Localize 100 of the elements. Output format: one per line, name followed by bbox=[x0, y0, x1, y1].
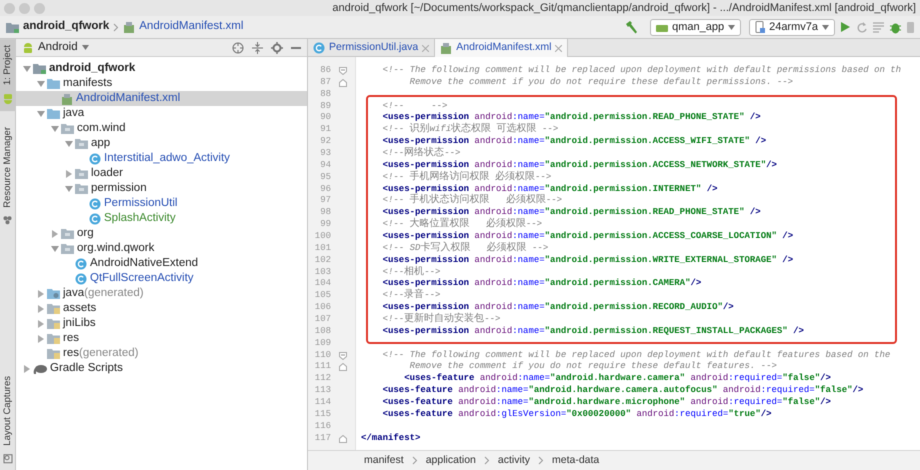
expand-toggle-icon[interactable] bbox=[38, 320, 44, 328]
expand-toggle-icon[interactable] bbox=[23, 66, 31, 72]
tree-item[interactable]: org bbox=[16, 226, 307, 241]
code-line: <!--网络状态--> bbox=[382, 148, 460, 158]
tree-item[interactable]: assets bbox=[16, 301, 307, 316]
breadcrumb-link[interactable]: application bbox=[426, 452, 476, 468]
close-icon[interactable] bbox=[555, 44, 562, 52]
chevron-icon bbox=[538, 456, 544, 465]
tree-item[interactable]: java(generated) bbox=[16, 286, 307, 301]
code-line: <uses-feature android:name="android.hardware.camera.autofocus" android:required="false"/> bbox=[382, 385, 864, 396]
tree-item[interactable]: SplashActivity bbox=[16, 211, 307, 226]
folder-icon bbox=[75, 183, 88, 194]
list-icon[interactable] bbox=[872, 21, 885, 33]
line-number: 98 bbox=[319, 207, 331, 220]
line-number: 117 bbox=[314, 432, 331, 444]
tree-item[interactable]: res bbox=[16, 331, 307, 346]
code-line: <!--录音--> bbox=[382, 290, 440, 300]
tree-item[interactable]: AndroidNativeExtend bbox=[16, 256, 307, 271]
window-control-button[interactable] bbox=[4, 2, 15, 14]
code-line: Remove the comment if you do not require these default permissions. --> bbox=[408, 76, 794, 87]
line-number: 90 bbox=[319, 112, 331, 124]
tree-item[interactable]: jniLibs bbox=[16, 316, 307, 331]
tree-item[interactable]: AndroidManifest.xml bbox=[16, 91, 307, 106]
expand-toggle-icon[interactable] bbox=[51, 246, 59, 252]
code-line: <uses-feature android:name="android.hardware.camera" android:required="false"/> bbox=[403, 373, 831, 384]
expand-toggle-icon[interactable] bbox=[24, 364, 30, 372]
settings-icon[interactable] bbox=[271, 42, 283, 54]
line-number: 100 bbox=[314, 231, 331, 243]
breadcrumb-link[interactable]: AndroidManifest.xml bbox=[123, 18, 244, 36]
tool-window-tab[interactable]: Resource Manager bbox=[0, 121, 16, 231]
crosshair-icon[interactable] bbox=[232, 42, 244, 54]
expand-toggle-icon[interactable] bbox=[65, 140, 73, 146]
line-number: 105 bbox=[314, 290, 331, 302]
bug-icon[interactable] bbox=[889, 20, 902, 34]
tree-item[interactable]: manifests bbox=[16, 76, 307, 91]
minimize-icon[interactable] bbox=[291, 46, 301, 48]
fold-end-icon[interactable] bbox=[339, 434, 347, 443]
tree-item[interactable]: com.wind bbox=[16, 121, 307, 136]
tool-window-tab[interactable]: 1: Project bbox=[0, 39, 16, 112]
breadcrumb-link[interactable]: meta-data bbox=[552, 452, 600, 468]
tree-item[interactable]: res(generated) bbox=[16, 346, 307, 361]
fold-end-icon[interactable] bbox=[339, 78, 347, 87]
tree-item[interactable]: Gradle Scripts bbox=[16, 361, 307, 376]
line-number: 94 bbox=[319, 160, 331, 172]
line-number: 114 bbox=[314, 397, 331, 409]
tree-item[interactable]: Interstitial_adwo_Activity bbox=[16, 151, 307, 166]
line-number: 108 bbox=[314, 326, 331, 338]
run-config-dropdown[interactable]: qman_app bbox=[650, 18, 742, 36]
breadcrumb-link[interactable]: manifest bbox=[364, 452, 404, 468]
window-control-button[interactable] bbox=[34, 2, 45, 14]
breadcrumb-link[interactable]: android_qfwork bbox=[6, 18, 110, 36]
breadcrumb-link[interactable]: activity bbox=[498, 452, 530, 468]
line-number: 95 bbox=[319, 172, 331, 184]
tree-item[interactable]: org.wind.qwork bbox=[16, 241, 307, 256]
line-number: 116 bbox=[314, 420, 331, 433]
code-line: <uses-permission android:name="android.permission.READ_PHONE_STATE" /> bbox=[382, 112, 761, 122]
line-number: 109 bbox=[314, 338, 331, 350]
folder-icon bbox=[75, 168, 88, 179]
expand-toggle-icon[interactable] bbox=[52, 230, 58, 238]
line-number: 107 bbox=[314, 314, 331, 326]
fold-icon[interactable] bbox=[339, 352, 347, 360]
expand-toggle-icon[interactable] bbox=[38, 290, 44, 298]
tree-item[interactable]: java bbox=[16, 106, 307, 121]
tree-item[interactable]: permission bbox=[16, 181, 307, 196]
tree-item[interactable]: app bbox=[16, 136, 307, 151]
expand-toggle-icon[interactable] bbox=[65, 186, 73, 192]
class-icon bbox=[89, 198, 101, 210]
line-number: 97 bbox=[319, 195, 331, 208]
expand-toggle-icon[interactable] bbox=[38, 334, 44, 342]
phone-icon bbox=[755, 21, 766, 33]
expand-toggle-icon[interactable] bbox=[66, 170, 72, 178]
device-icon[interactable] bbox=[906, 20, 914, 34]
device-dropdown[interactable]: 24armv7a bbox=[749, 18, 835, 36]
rerun-icon[interactable] bbox=[855, 20, 868, 34]
caret-icon bbox=[82, 45, 89, 50]
code-line: <uses-permission android:name="android.permission.CAMERA"/> bbox=[382, 278, 702, 288]
hammer-icon[interactable] bbox=[624, 20, 638, 34]
fold-end-icon[interactable] bbox=[339, 363, 347, 372]
tool-window-tab[interactable]: Layout Captures bbox=[0, 370, 16, 470]
line-number: 103 bbox=[314, 266, 331, 278]
expand-toggle-icon[interactable] bbox=[38, 304, 44, 312]
collapse-all-icon[interactable] bbox=[252, 42, 263, 54]
editor-tab[interactable]: AndroidManifest.xml bbox=[435, 39, 568, 57]
tree-item[interactable]: QtFullScreenActivity bbox=[16, 271, 307, 286]
tree-item[interactable]: PermissionUtil bbox=[16, 196, 307, 211]
fold-icon[interactable] bbox=[339, 66, 347, 75]
run-icon[interactable] bbox=[839, 21, 851, 33]
code-line: <uses-permission android:name="android.permission.REQUEST_INSTALL_PACKAGES" /> bbox=[382, 326, 804, 336]
expand-toggle-icon[interactable] bbox=[51, 126, 59, 132]
chevron-icon bbox=[113, 22, 120, 32]
chevron-icon bbox=[412, 456, 418, 465]
expand-toggle-icon[interactable] bbox=[37, 80, 45, 86]
line-number: 87 bbox=[319, 76, 331, 89]
line-number: 93 bbox=[319, 148, 331, 160]
window-control-button[interactable] bbox=[19, 2, 30, 14]
tree-item[interactable]: android_qfwork bbox=[16, 61, 307, 76]
code-line: <uses-permission android:name="android.permission.RECORD_AUDIO"/> bbox=[382, 302, 734, 312]
expand-toggle-icon[interactable] bbox=[37, 110, 45, 116]
tree-item[interactable]: loader bbox=[16, 166, 307, 181]
close-icon[interactable] bbox=[422, 44, 430, 52]
